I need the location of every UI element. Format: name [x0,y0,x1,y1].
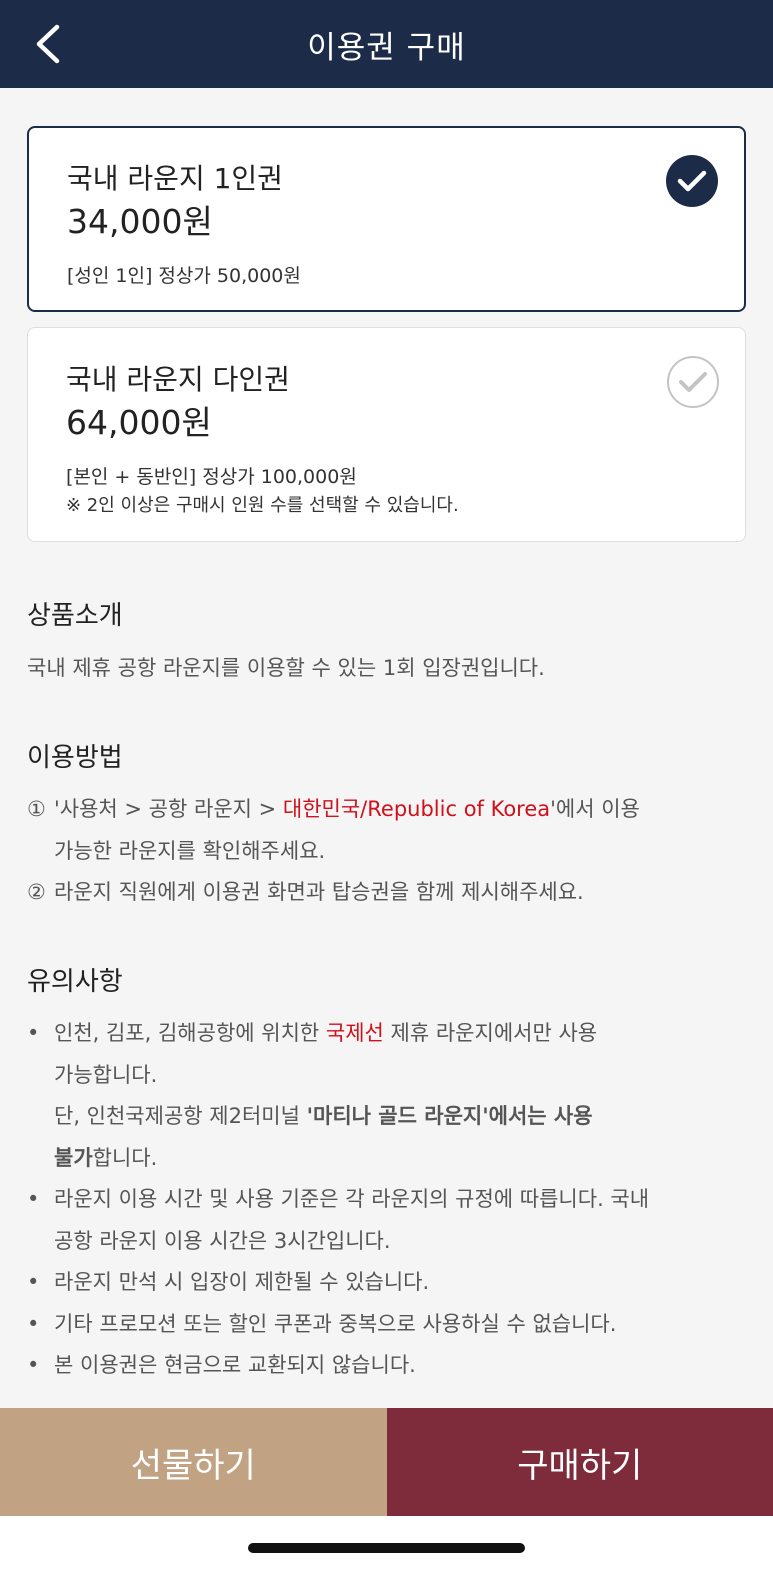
notice-item: • 기타 프로모션 또는 할인 쿠폰과 중복으로 사용하실 수 없습니다. [27,1304,747,1346]
product-price: 64,000원 [66,403,212,442]
intro-text: 국내 제휴 공항 라운지를 이용할 수 있는 1회 입장권입니다. [27,656,545,680]
product-note: ※ 2인 이상은 구매시 인원 수를 선택할 수 있습니다. [66,495,459,516]
buy-button[interactable]: 구매하기 [386,1408,773,1516]
bullet: • [27,1311,40,1336]
usage-section: 이용방법 ① '사용처 > 공항 라운지 > 대한민국/Republic of K… [27,740,747,914]
product-name: 국내 라운지 다인권 [66,363,290,396]
notice-item: • 본 이용권은 현금으로 교환되지 않습니다. [27,1345,747,1387]
product-description: [본인 + 동반인] 정상가 100,000원 [66,466,357,488]
action-bar: 선물하기 구매하기 [0,1408,773,1516]
check-icon [677,170,707,192]
step-number: ① [27,797,46,821]
bullet: • [27,1353,40,1377]
international-highlight: 국제선 [325,1021,384,1045]
bullet: • [27,1187,40,1211]
excluded-lounge: '마티나 골드 라운지'에서는 사용 [306,1104,593,1128]
product-name: 국내 라운지 1인권 [67,162,283,195]
usage-title: 이용방법 [27,743,123,773]
gift-button[interactable]: 선물하기 [0,1408,387,1516]
step-number: ② [27,880,46,904]
unselected-check-button[interactable] [667,356,719,408]
selected-check-button[interactable] [666,155,718,207]
page-title: 이용권 구매 [307,29,466,66]
country-highlight: 대한민국/Republic of Korea [282,797,551,821]
intro-title: 상품소개 [27,601,123,631]
check-icon [679,372,707,392]
usage-step-1: ① '사용처 > 공항 라운지 > 대한민국/Republic of Korea'… [27,789,747,872]
notice-item: • 인천, 김포, 김해공항에 위치한 국제선 제휴 라운지에서만 사용 가능합니… [27,1013,747,1179]
app-header: 이용권 구매 [0,0,773,88]
bullet: • [27,1021,40,1045]
notice-item: • 라운지 만석 시 입장이 제한될 수 있습니다. [27,1262,747,1304]
back-button[interactable] [28,22,68,66]
chevron-left-icon [36,24,60,64]
product-option-single[interactable]: 국내 라운지 1인권 34,000원 [성인 1인] 정상가 50,000원 [27,126,746,312]
bullet: • [27,1270,40,1294]
usage-step-2: ② 라운지 직원에게 이용권 화면과 탑승권을 함께 제시해주세요. [27,872,747,914]
intro-section: 상품소개 국내 제휴 공항 라운지를 이용할 수 있는 1회 입장권입니다. [27,598,747,689]
home-indicator[interactable] [248,1543,525,1553]
product-price: 34,000원 [67,202,213,241]
notice-title: 유의사항 [27,967,123,997]
product-description: [성인 1인] 정상가 50,000원 [67,265,301,287]
product-option-multi[interactable]: 국내 라운지 다인권 64,000원 [본인 + 동반인] 정상가 100,00… [27,327,746,542]
notice-section: 유의사항 • 인천, 김포, 김해공항에 위치한 국제선 제휴 라운지에서만 사용… [27,964,747,1387]
notice-item: • 라운지 이용 시간 및 사용 기준은 각 라운지의 규정에 따릅니다. 국내 … [27,1179,747,1262]
